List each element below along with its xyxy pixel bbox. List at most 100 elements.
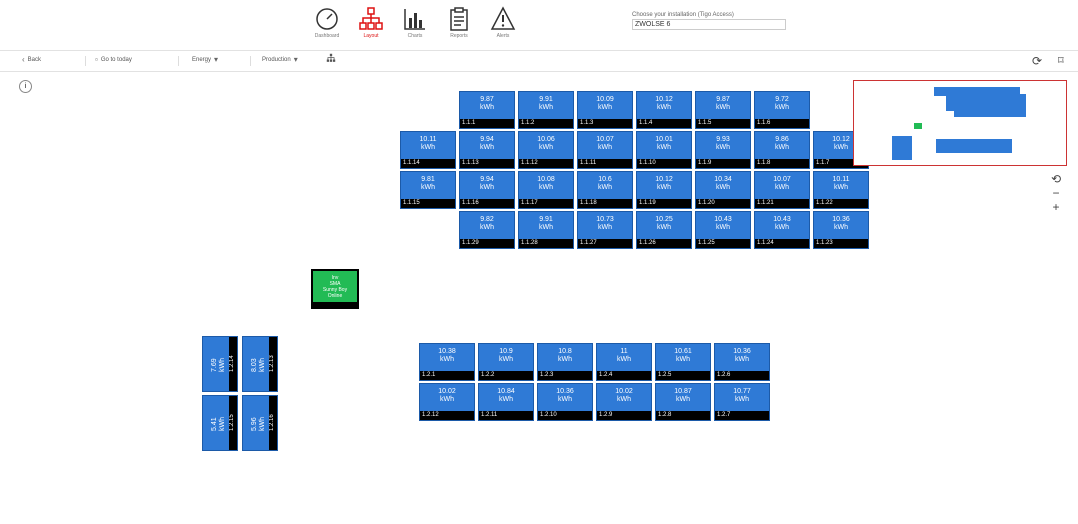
nav-label: Dashboard bbox=[314, 33, 340, 39]
panel-id: 1.1.21 bbox=[755, 199, 809, 208]
solar-panel[interactable]: 10.12 kWh 1.1.4 bbox=[636, 91, 692, 129]
nav-reports[interactable]: Reports bbox=[442, 6, 476, 44]
panel-id: 1.1.14 bbox=[401, 159, 455, 168]
solar-panel[interactable]: 9.81 kWh 1.1.15 bbox=[400, 171, 456, 209]
solar-panel[interactable]: 10.73 kWh 1.1.27 bbox=[577, 211, 633, 249]
solar-panel[interactable]: 10.43 kWh 1.1.25 bbox=[695, 211, 751, 249]
panel-energy: 10.06 kWh bbox=[519, 136, 573, 152]
system-select[interactable]: ZWOLSE 6 bbox=[632, 19, 786, 30]
zoom-in-button[interactable]: + bbox=[1047, 200, 1065, 214]
panel-id: 1.1.12 bbox=[519, 159, 573, 168]
solar-panel[interactable]: 9.91 kWh 1.1.2 bbox=[518, 91, 574, 129]
panel-value: 10.06 bbox=[537, 136, 555, 143]
layout-toggle-button[interactable] bbox=[326, 53, 336, 63]
solar-panel[interactable]: 10.01 kWh 1.1.10 bbox=[636, 131, 692, 169]
solar-panel[interactable]: 10.06 kWh 1.1.12 bbox=[518, 131, 574, 169]
solar-panel[interactable]: 9.93 kWh 1.1.9 bbox=[695, 131, 751, 169]
energy-dropdown[interactable]: Energy ▾ bbox=[192, 55, 218, 64]
solar-panel[interactable]: 10.61 kWh 1.2.5 bbox=[655, 343, 711, 381]
nav-dashboard[interactable]: Dashboard bbox=[310, 6, 344, 44]
solar-panel[interactable]: 10.6 kWh 1.1.18 bbox=[577, 171, 633, 209]
solar-panel[interactable]: 9.82 kWh 1.1.29 bbox=[459, 211, 515, 249]
panel-energy: 10.36 kWh bbox=[538, 388, 592, 404]
nav-alerts[interactable]: Alerts bbox=[486, 6, 520, 44]
panel-id: 1.1.11 bbox=[578, 159, 632, 168]
solar-panel[interactable]: 10.38 kWh 1.2.1 bbox=[419, 343, 475, 381]
panel-unit: kWh bbox=[219, 358, 226, 372]
panel-unit: kWh bbox=[657, 144, 671, 151]
solar-panel[interactable]: 10.02 kWh 1.2.12 bbox=[419, 383, 475, 421]
zoom-reset-button[interactable]: ⟲ bbox=[1047, 172, 1065, 186]
panel-value: 5.41 bbox=[211, 417, 218, 431]
panel-id: 1.1.27 bbox=[578, 239, 632, 248]
panel-energy: 10.84 kWh bbox=[479, 388, 533, 404]
info-icon[interactable]: i bbox=[19, 80, 32, 93]
panel-unit: kWh bbox=[716, 224, 730, 231]
zoom-out-button[interactable]: − bbox=[1047, 186, 1065, 200]
panel-unit: kWh bbox=[558, 356, 572, 363]
solar-panel[interactable]: 11 kWh 1.2.4 bbox=[596, 343, 652, 381]
energy-label: Energy bbox=[192, 56, 212, 63]
panel-id: 1.2.5 bbox=[656, 371, 710, 380]
panel-unit: kWh bbox=[775, 224, 789, 231]
solar-panel[interactable]: 9.91 kWh 1.1.28 bbox=[518, 211, 574, 249]
panel-value: 9.72 bbox=[775, 96, 789, 103]
solar-panel[interactable]: 9.94 kWh 1.1.16 bbox=[459, 171, 515, 209]
solar-panel[interactable]: 10.87 kWh 1.2.8 bbox=[655, 383, 711, 421]
toolbar: ‹ Back ▫ Go to today Energy ▾ Production… bbox=[0, 50, 1078, 72]
panel-unit: kWh bbox=[598, 104, 612, 111]
panel-unit: kWh bbox=[834, 144, 848, 151]
back-button[interactable]: ‹ Back bbox=[22, 55, 41, 64]
nav-layout[interactable]: Layout bbox=[354, 6, 388, 44]
solar-panel[interactable]: 10.36 kWh 1.2.6 bbox=[714, 343, 770, 381]
solar-panel[interactable]: 10.11 kWh 1.1.22 bbox=[813, 171, 869, 209]
panel-unit: kWh bbox=[440, 356, 454, 363]
panel-unit: kWh bbox=[259, 358, 266, 372]
panel-id: 1.2.15 bbox=[229, 396, 237, 450]
solar-panel[interactable]: 10.84 kWh 1.2.11 bbox=[478, 383, 534, 421]
panel-value: 9.91 bbox=[539, 216, 553, 223]
refresh-icon[interactable]: ⟳ bbox=[1032, 54, 1042, 68]
bookmark-icon[interactable]: ⌑ bbox=[1058, 54, 1064, 67]
panel-unit: kWh bbox=[716, 144, 730, 151]
solar-panel[interactable]: 10.9 kWh 1.2.2 bbox=[478, 343, 534, 381]
solar-panel[interactable]: 10.36 kWh 1.2.10 bbox=[537, 383, 593, 421]
chevron-left-icon: ‹ bbox=[22, 55, 25, 64]
solar-panel[interactable]: 10.77 kWh 1.2.7 bbox=[714, 383, 770, 421]
panel-value: 10.09 bbox=[596, 96, 614, 103]
today-button[interactable]: ▫ Go to today bbox=[95, 55, 132, 64]
nav-label: Layout bbox=[363, 33, 379, 39]
solar-panel[interactable]: 10.8 kWh 1.2.3 bbox=[537, 343, 593, 381]
solar-panel[interactable]: 10.12 kWh 1.1.19 bbox=[636, 171, 692, 209]
solar-panel[interactable]: 5.96 kWh 1.2.16 bbox=[242, 395, 278, 451]
solar-panel[interactable]: 10.36 kWh 1.1.23 bbox=[813, 211, 869, 249]
solar-panel[interactable]: 9.87 kWh 1.1.1 bbox=[459, 91, 515, 129]
panel-value: 9.94 bbox=[480, 176, 494, 183]
solar-panel[interactable]: 9.94 kWh 1.1.13 bbox=[459, 131, 515, 169]
solar-panel[interactable]: 8.03 kWh 1.2.13 bbox=[242, 336, 278, 392]
solar-panel[interactable]: 10.09 kWh 1.1.3 bbox=[577, 91, 633, 129]
panel-energy: 9.94 kWh bbox=[460, 176, 514, 192]
solar-panel[interactable]: 10.43 kWh 1.1.24 bbox=[754, 211, 810, 249]
solar-panel[interactable]: 10.25 kWh 1.1.26 bbox=[636, 211, 692, 249]
solar-panel[interactable]: 7.69 kWh 1.2.14 bbox=[202, 336, 238, 392]
solar-panel[interactable]: 10.11 kWh 1.1.14 bbox=[400, 131, 456, 169]
nav-charts[interactable]: Charts bbox=[398, 6, 432, 44]
solar-panel[interactable]: 10.34 kWh 1.1.20 bbox=[695, 171, 751, 209]
solar-panel[interactable]: 9.72 kWh 1.1.6 bbox=[754, 91, 810, 129]
solar-panel[interactable]: 10.02 kWh 1.2.9 bbox=[596, 383, 652, 421]
panel-energy: 9.86 kWh bbox=[755, 136, 809, 152]
panel-id: 1.2.8 bbox=[656, 411, 710, 420]
solar-panel[interactable]: 9.86 kWh 1.1.8 bbox=[754, 131, 810, 169]
minimap[interactable] bbox=[853, 80, 1067, 166]
period-dropdown[interactable]: Production ▾ bbox=[262, 55, 298, 64]
solar-panel[interactable]: 10.07 kWh 1.1.21 bbox=[754, 171, 810, 209]
solar-panel[interactable]: 5.41 kWh 1.2.15 bbox=[202, 395, 238, 451]
solar-panel[interactable]: 10.07 kWh 1.1.11 bbox=[577, 131, 633, 169]
inverter[interactable]: Inv SMA Sunny Boy Online bbox=[311, 269, 359, 309]
panel-value: 7.69 bbox=[211, 358, 218, 372]
panel-energy: 10.43 kWh bbox=[755, 216, 809, 232]
solar-panel[interactable]: 9.87 kWh 1.1.5 bbox=[695, 91, 751, 129]
solar-panel[interactable]: 10.08 kWh 1.1.17 bbox=[518, 171, 574, 209]
panel-unit: kWh bbox=[834, 184, 848, 191]
